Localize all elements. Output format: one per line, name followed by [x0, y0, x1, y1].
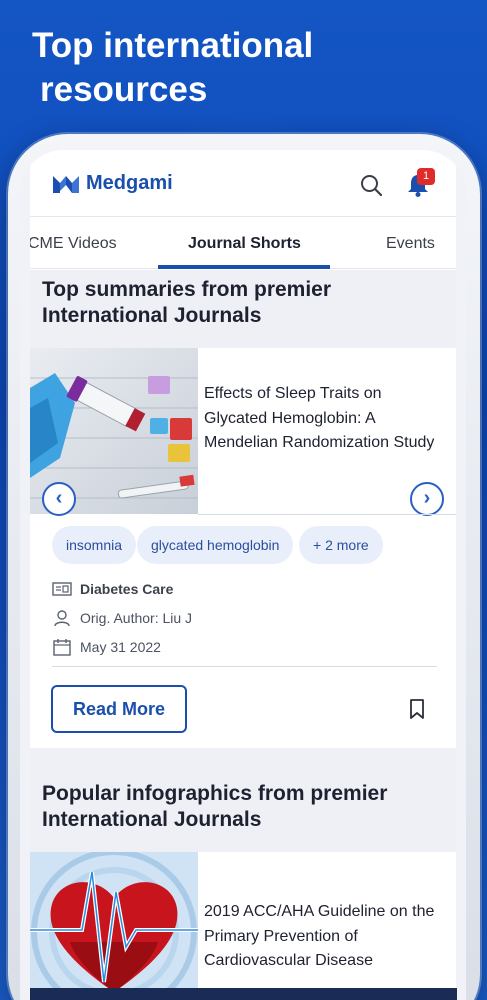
app-bar: Medgami 1	[30, 150, 456, 216]
card-separator	[52, 666, 437, 667]
author-row: Orig. Author: Liu J	[52, 609, 192, 627]
section-popular-infographics: Popular infographics from premier Intern…	[30, 748, 456, 852]
brand-logo[interactable]: Medgami	[52, 172, 173, 195]
brand-name: Medgami	[86, 172, 173, 194]
tag-chip[interactable]: insomnia	[52, 526, 137, 564]
publish-date: May 31 2022	[80, 639, 161, 655]
chevron-left-icon[interactable]: ‹	[42, 482, 76, 516]
section-title-line-1: Top summaries from premier	[42, 278, 332, 301]
bottom-nav-bar	[30, 988, 457, 1000]
heart-ecg-image-icon	[30, 852, 198, 1000]
tag-chip-more[interactable]: + 2 more	[299, 526, 383, 564]
notification-badge: 1	[417, 168, 435, 185]
section-top-summaries: Top summaries from premier International…	[30, 270, 456, 348]
infographic-image[interactable]	[30, 852, 198, 1000]
infographic-title[interactable]: 2019 ACC/AHA Guideline on the Primary Pr…	[204, 900, 440, 974]
section2-title-line-2: International Journals	[42, 808, 262, 831]
card-divider	[198, 514, 456, 515]
journal-icon	[52, 582, 72, 596]
tag-chip[interactable]: glycated hemoglobin	[137, 526, 294, 564]
section2-title-line-1: Popular infographics from premier	[42, 782, 388, 805]
headline-line-2: resources	[40, 70, 208, 109]
author-name: Orig. Author: Liu J	[80, 610, 193, 626]
tab-bar: CME Videos Journal Shorts Events	[30, 216, 456, 269]
journal-name: Diabetes Care	[80, 581, 174, 597]
medgami-logo-icon	[53, 175, 79, 193]
infographic-card: 2019 ACC/AHA Guideline on the Primary Pr…	[30, 852, 456, 1000]
search-icon[interactable]	[360, 174, 382, 196]
journal-row: Diabetes Care	[52, 580, 173, 598]
user-icon	[54, 610, 70, 627]
tab-journal-shorts[interactable]: Journal Shorts	[188, 217, 301, 270]
date-row: May 31 2022	[52, 638, 161, 656]
read-more-button[interactable]: Read More	[51, 685, 187, 733]
section-title-line-2: International Journals	[42, 304, 262, 327]
app-screen: Medgami 1 CME Videos Journal Shorts Even…	[30, 150, 456, 1000]
article-title[interactable]: Effects of Sleep Traits on Glycated Hemo…	[204, 382, 440, 456]
promo-headline: Top international resources	[32, 24, 313, 112]
bookmark-icon[interactable]	[408, 698, 426, 720]
journal-short-card: Effects of Sleep Traits on Glycated Hemo…	[30, 348, 456, 748]
phone-screen: Medgami 1 CME Videos Journal Shorts Even…	[20, 150, 466, 1000]
calendar-icon	[53, 639, 71, 656]
tab-cme-videos[interactable]: CME Videos	[30, 217, 117, 270]
headline-line-1: Top international	[32, 26, 314, 65]
tab-events[interactable]: Events	[386, 217, 435, 270]
chevron-right-icon[interactable]: ›	[410, 482, 444, 516]
active-tab-indicator	[158, 265, 330, 269]
